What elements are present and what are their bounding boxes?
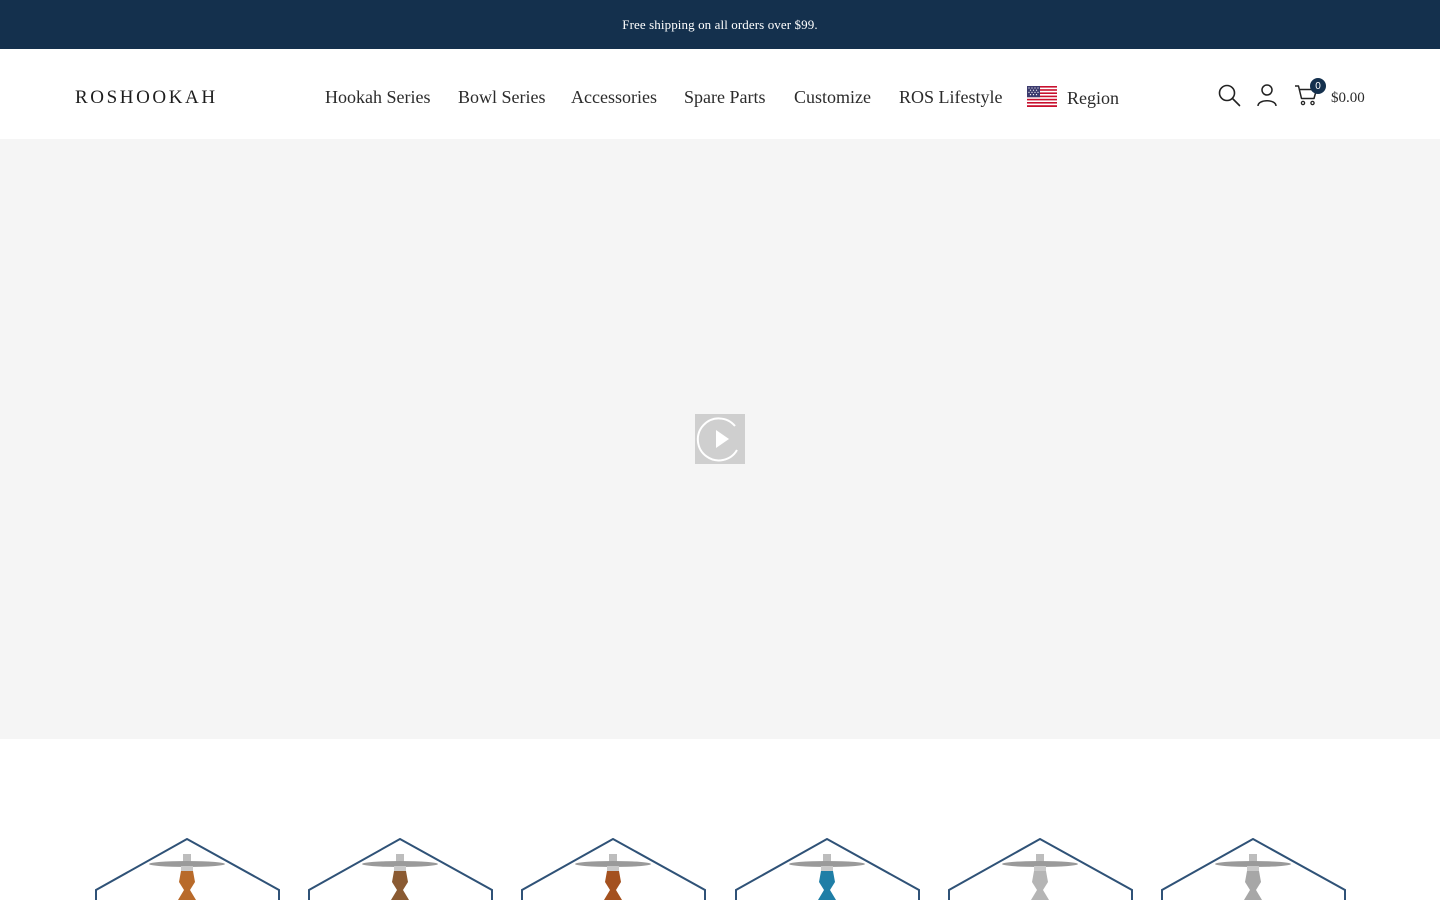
site-header: ROSHOOKAH Hookah Series Bowl Series Acce… xyxy=(0,49,1440,139)
hookah-thumbnail xyxy=(308,838,493,900)
search-icon[interactable] xyxy=(1217,83,1241,107)
nav-bowl-series[interactable]: Bowl Series xyxy=(458,87,546,108)
region-selector[interactable]: Region xyxy=(1027,84,1119,108)
hookah-thumbnail xyxy=(948,838,1133,900)
nav-ros-lifestyle[interactable]: ROS Lifestyle xyxy=(899,87,1003,108)
cart-count-badge: 0 xyxy=(1310,78,1326,94)
hookah-thumbnail xyxy=(95,838,280,900)
hookah-product-4[interactable] xyxy=(735,838,921,900)
nav-spare-parts[interactable]: Spare Parts xyxy=(684,87,765,108)
nav-accessories[interactable]: Accessories xyxy=(571,87,657,108)
user-icon[interactable] xyxy=(1256,83,1278,107)
region-label: Region xyxy=(1067,88,1119,108)
hookah-thumbnail xyxy=(1161,838,1346,900)
hookah-product-3[interactable] xyxy=(521,838,707,900)
hookah-product-1[interactable] xyxy=(95,838,281,900)
product-carousel xyxy=(0,739,1440,900)
announcement-bar: Free shipping on all orders over $99. xyxy=(0,0,1440,49)
hookah-product-5[interactable] xyxy=(948,838,1134,900)
nav-customize[interactable]: Customize xyxy=(794,87,871,108)
nav-hookah-series[interactable]: Hookah Series xyxy=(325,87,430,108)
announcement-text: Free shipping on all orders over $99. xyxy=(622,16,818,32)
hookah-thumbnail xyxy=(735,838,920,900)
hero-video xyxy=(0,139,1440,739)
play-button[interactable] xyxy=(695,414,745,464)
cart-total[interactable]: $0.00 xyxy=(1331,90,1365,107)
hookah-product-2[interactable] xyxy=(308,838,494,900)
hookah-product-6[interactable] xyxy=(1161,838,1347,900)
hookah-thumbnail xyxy=(521,838,706,900)
play-icon xyxy=(696,417,738,462)
us-flag-icon xyxy=(1027,85,1057,107)
